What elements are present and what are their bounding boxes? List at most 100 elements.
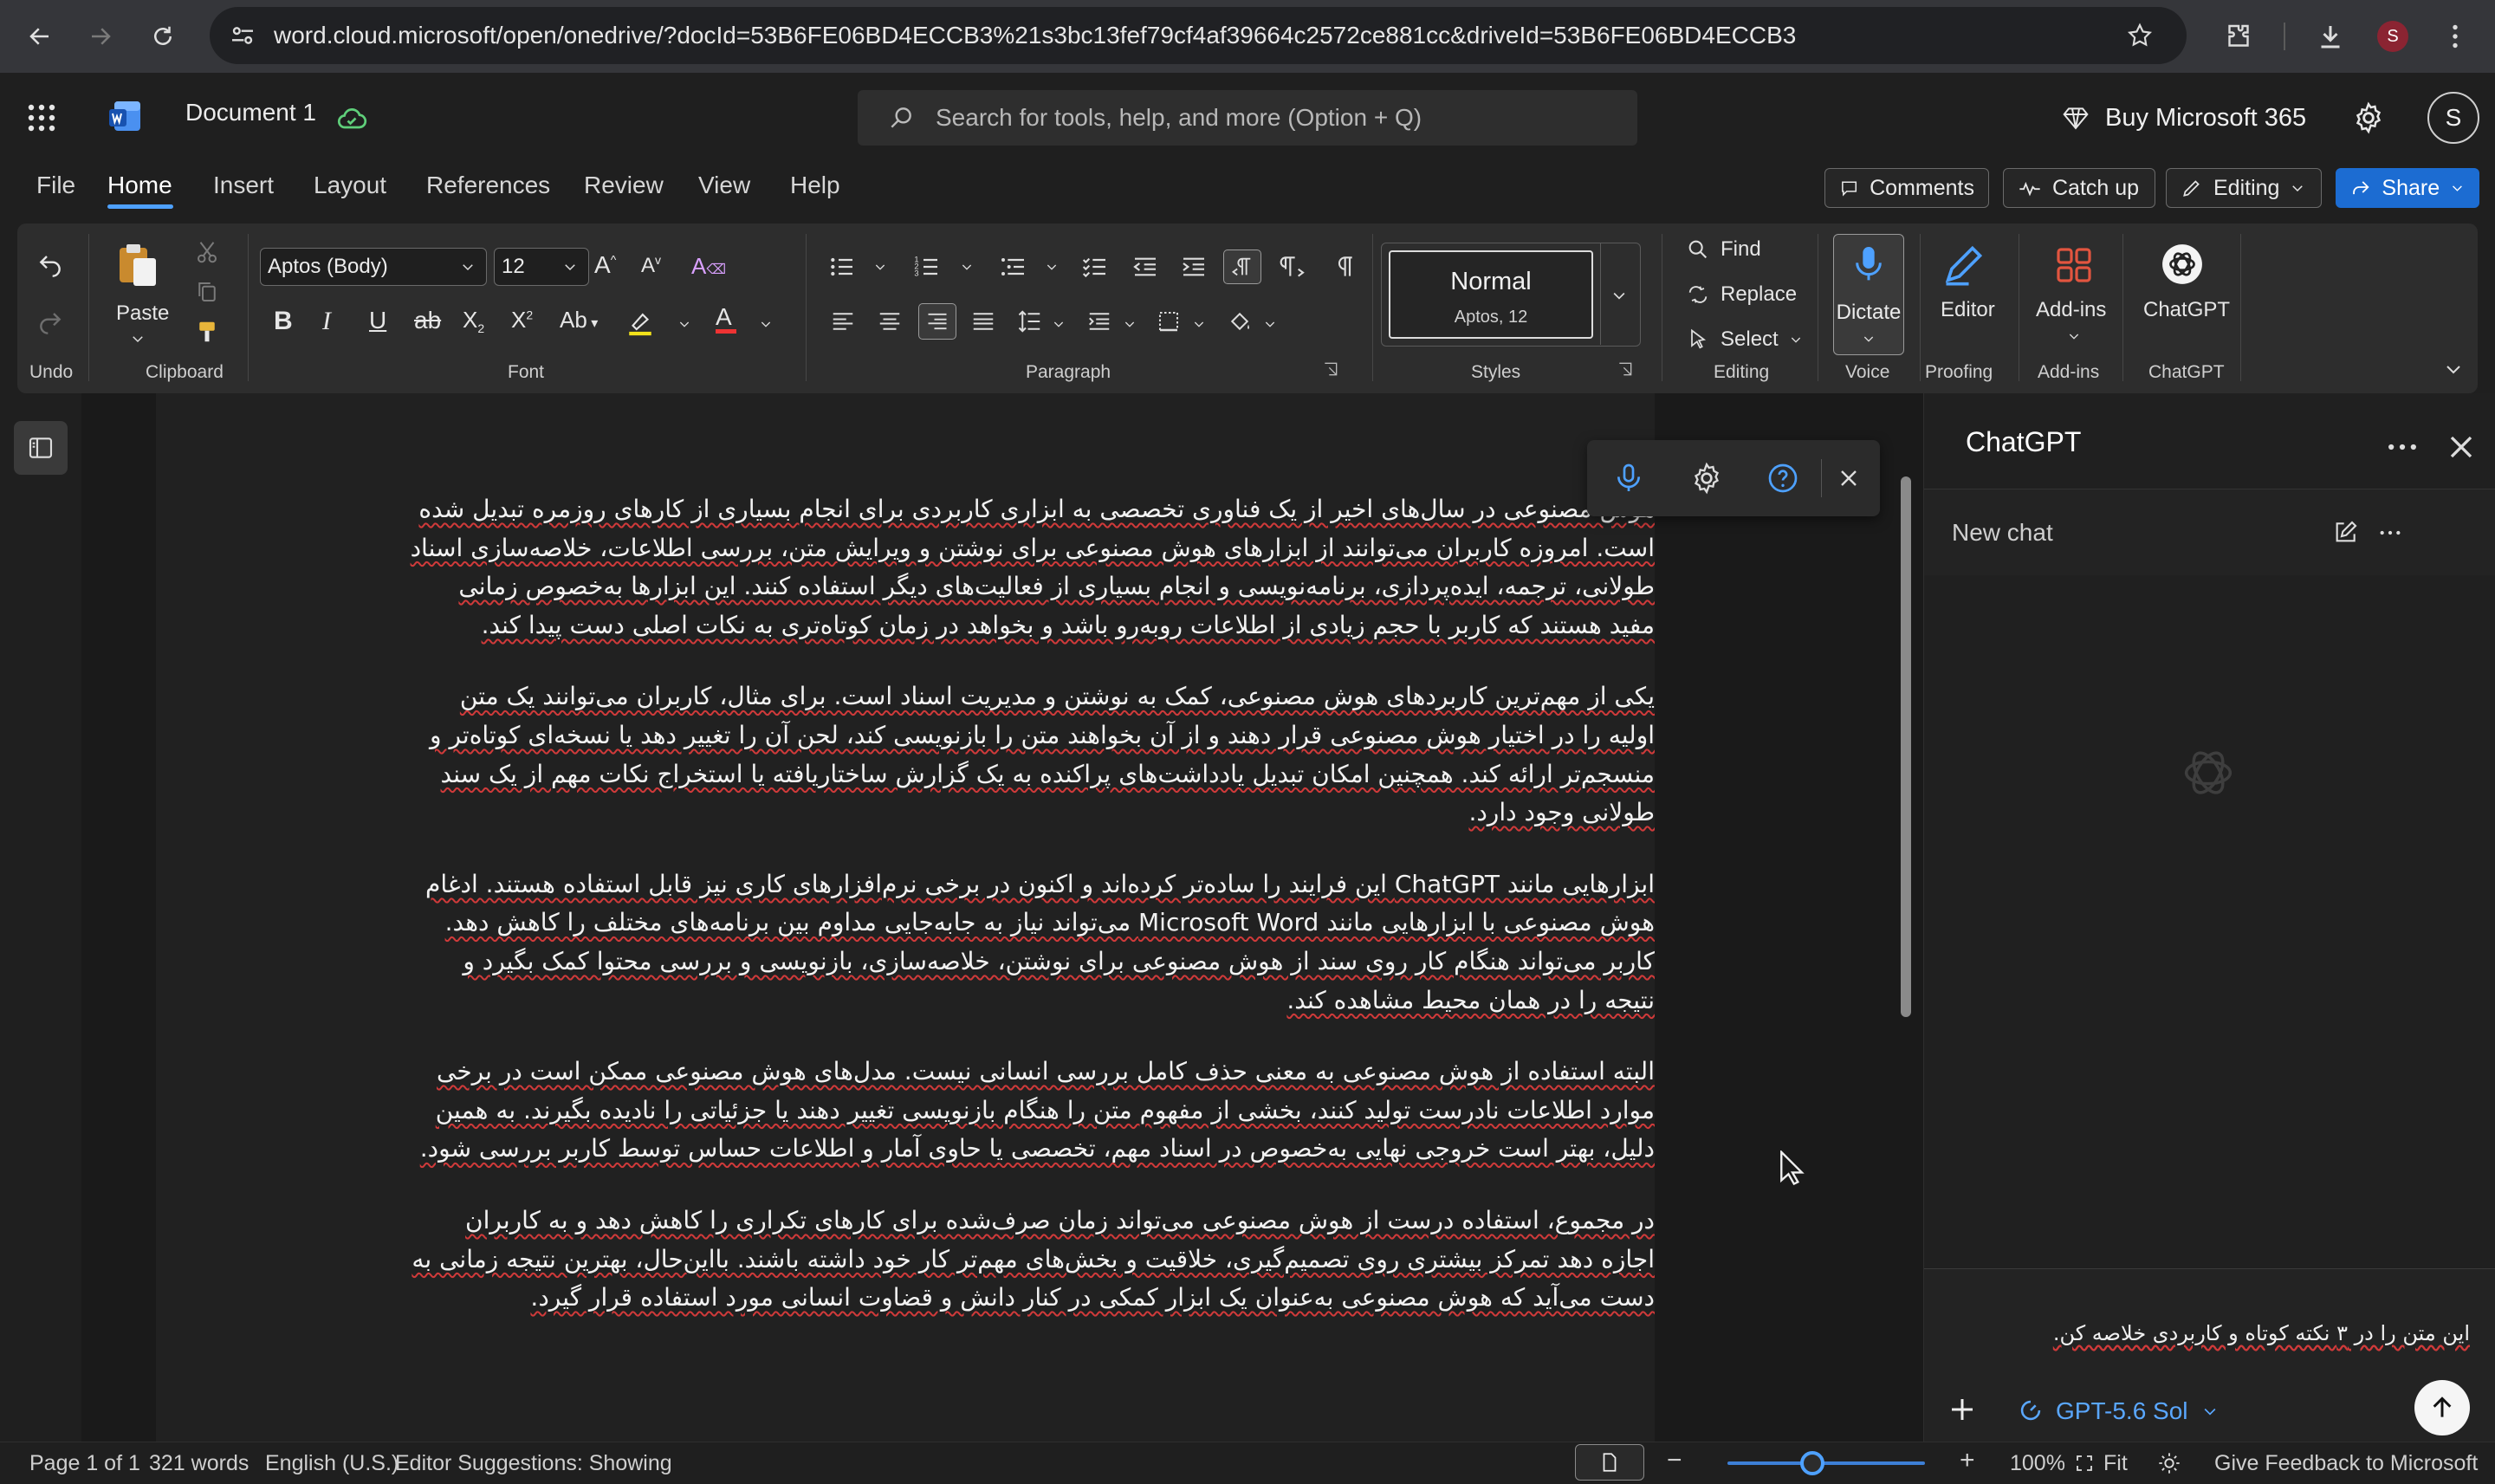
feedback-link[interactable]: Give Feedback to Microsoft bbox=[2214, 1451, 2478, 1476]
chevron-down-icon[interactable] bbox=[1052, 317, 1066, 331]
numbering-icon[interactable]: 123 bbox=[913, 253, 941, 281]
more-vertical-icon[interactable] bbox=[2440, 21, 2471, 52]
cut-icon[interactable] bbox=[194, 239, 220, 265]
navigation-pane-button[interactable] bbox=[14, 421, 68, 475]
theme-sun-icon[interactable] bbox=[2157, 1451, 2181, 1475]
help-icon[interactable] bbox=[1766, 461, 1800, 496]
comments-button[interactable]: Comments bbox=[1824, 168, 1989, 208]
buy-microsoft-365-link[interactable]: Buy Microsoft 365 bbox=[2105, 104, 2306, 133]
fit-button[interactable]: Fit bbox=[2103, 1451, 2128, 1476]
line-spacing-icon[interactable] bbox=[1017, 308, 1043, 334]
highlighter-icon[interactable] bbox=[625, 308, 655, 338]
dialog-launcher-icon[interactable] bbox=[1617, 360, 1634, 378]
collapse-ribbon-chevron-icon[interactable] bbox=[2443, 359, 2464, 379]
tab-references[interactable]: References bbox=[426, 172, 550, 199]
print-layout-button[interactable] bbox=[1575, 1444, 1644, 1481]
addins-grid-icon[interactable] bbox=[2053, 244, 2095, 286]
extensions-icon[interactable] bbox=[2223, 21, 2254, 52]
undo-icon[interactable] bbox=[36, 249, 64, 277]
multilevel-list-icon[interactable] bbox=[1000, 253, 1027, 281]
dictation-settings-icon[interactable] bbox=[1689, 461, 1724, 496]
document-title[interactable]: Document 1 bbox=[185, 99, 316, 126]
zoom-slider[interactable] bbox=[1727, 1461, 1925, 1465]
share-button[interactable]: Share bbox=[2336, 168, 2479, 208]
language-status[interactable]: English (U.S.) bbox=[265, 1451, 399, 1476]
document-scrollbar[interactable] bbox=[1901, 476, 1911, 1017]
catch-up-button[interactable]: Catch up bbox=[2003, 168, 2155, 208]
addins-label[interactable]: Add-ins bbox=[2036, 298, 2106, 322]
close-icon[interactable] bbox=[1835, 464, 1863, 492]
chevron-down-icon[interactable] bbox=[2067, 329, 2081, 343]
paste-label[interactable]: Paste bbox=[116, 301, 169, 326]
increase-indent-icon[interactable] bbox=[1180, 253, 1208, 281]
download-icon[interactable] bbox=[2315, 21, 2346, 52]
chat-more-icon[interactable] bbox=[2376, 519, 2404, 547]
paragraph[interactable]: در مجموع، استفاده درست از هوش مصنوعی می‌… bbox=[407, 1202, 1655, 1318]
chevron-down-icon[interactable] bbox=[2201, 1403, 2219, 1420]
subscript-icon[interactable]: X2 bbox=[463, 307, 484, 335]
microphone-icon[interactable] bbox=[1611, 461, 1646, 496]
model-selector[interactable]: GPT-5.6 Sol bbox=[2056, 1397, 2188, 1425]
tab-help[interactable]: Help bbox=[790, 172, 840, 199]
ltr-paragraph-icon[interactable] bbox=[1279, 253, 1306, 281]
bold-icon[interactable]: B bbox=[274, 307, 293, 336]
rtl-direction-button[interactable] bbox=[1223, 249, 1261, 284]
paragraph-spacing-icon[interactable] bbox=[1086, 308, 1112, 334]
reload-button[interactable] bbox=[137, 10, 189, 62]
font-name-dropdown[interactable]: Aptos (Body) bbox=[260, 248, 487, 286]
tab-layout[interactable]: Layout bbox=[314, 172, 386, 199]
justify-icon[interactable] bbox=[970, 308, 996, 334]
style-normal[interactable]: Normal Aptos, 12 bbox=[1389, 250, 1593, 339]
paragraph[interactable]: هوش مصنوعی در سال‌های اخیر از یک فناوری … bbox=[407, 490, 1655, 645]
chevron-down-icon[interactable] bbox=[960, 260, 974, 274]
url-text[interactable]: word.cloud.microsoft/open/onedrive/?docI… bbox=[274, 7, 1796, 64]
send-button[interactable] bbox=[2414, 1380, 2470, 1435]
zoom-out-button[interactable]: − bbox=[1667, 1446, 1682, 1475]
chevron-down-icon[interactable] bbox=[1192, 317, 1206, 331]
tab-insert[interactable]: Insert bbox=[213, 172, 274, 199]
grow-font-icon[interactable]: A^ bbox=[594, 251, 616, 279]
format-painter-icon[interactable] bbox=[194, 319, 220, 345]
editor-suggestions-status[interactable]: Editor Suggestions: Showing bbox=[395, 1451, 672, 1476]
chevron-down-icon[interactable] bbox=[1045, 260, 1059, 274]
site-settings-icon[interactable] bbox=[229, 22, 256, 49]
bookmark-star-icon[interactable] bbox=[2126, 22, 2154, 49]
profile-avatar[interactable]: S bbox=[2377, 21, 2408, 52]
chatgpt-logo-icon[interactable] bbox=[2161, 243, 2204, 286]
decrease-indent-icon[interactable] bbox=[1131, 253, 1159, 281]
checklist-icon[interactable] bbox=[1081, 253, 1109, 281]
editing-mode-button[interactable]: Editing bbox=[2166, 168, 2322, 208]
document-page[interactable]: هوش مصنوعی در سال‌های اخیر از یک فناوری … bbox=[156, 393, 1655, 1442]
chevron-down-icon[interactable] bbox=[1263, 317, 1277, 331]
search-box[interactable]: Search for tools, help, and more (Option… bbox=[858, 90, 1637, 146]
tab-view[interactable]: View bbox=[698, 172, 750, 199]
chevron-down-icon[interactable] bbox=[759, 317, 773, 331]
user-avatar[interactable]: S bbox=[2427, 92, 2479, 144]
chevron-down-icon[interactable] bbox=[1610, 287, 1628, 304]
paragraph[interactable]: البته استفاده از هوش مصنوعی به معنی حذف … bbox=[407, 1053, 1655, 1169]
settings-gear-icon[interactable] bbox=[2351, 100, 2386, 135]
editor-label[interactable]: Editor bbox=[1941, 298, 1995, 322]
chevron-down-icon[interactable] bbox=[130, 331, 146, 347]
new-chat-edit-icon[interactable] bbox=[2331, 519, 2359, 547]
paragraph[interactable]: ابزارهایی مانند ChatGPT این فرایند را سا… bbox=[407, 865, 1655, 1020]
find-button[interactable]: Find bbox=[1686, 237, 1761, 262]
align-center-icon[interactable] bbox=[877, 308, 903, 334]
change-case-icon[interactable]: Ab ▾ bbox=[560, 307, 598, 334]
editor-pen-icon[interactable] bbox=[1941, 243, 1986, 288]
show-formatting-icon[interactable] bbox=[1329, 253, 1357, 281]
font-color-icon[interactable]: A bbox=[716, 303, 736, 334]
bullets-icon[interactable] bbox=[828, 253, 856, 281]
shading-icon[interactable] bbox=[1227, 308, 1253, 334]
chevron-down-icon[interactable] bbox=[1123, 317, 1137, 331]
borders-icon[interactable] bbox=[1156, 308, 1182, 334]
copy-icon[interactable] bbox=[194, 279, 220, 305]
document-body[interactable]: هوش مصنوعی در سال‌های اخیر از یک فناوری … bbox=[407, 490, 1655, 1351]
chevron-down-icon[interactable] bbox=[677, 317, 691, 331]
strikethrough-icon[interactable]: ab bbox=[414, 307, 441, 334]
paragraph[interactable]: یکی از مهم‌ترین کاربردهای هوش مصنوعی، کم… bbox=[407, 677, 1655, 832]
plus-icon[interactable] bbox=[1947, 1394, 1978, 1425]
underline-icon[interactable]: U bbox=[369, 307, 386, 334]
dialog-launcher-icon[interactable] bbox=[1322, 360, 1339, 378]
dictate-button[interactable]: Dictate bbox=[1833, 234, 1904, 355]
